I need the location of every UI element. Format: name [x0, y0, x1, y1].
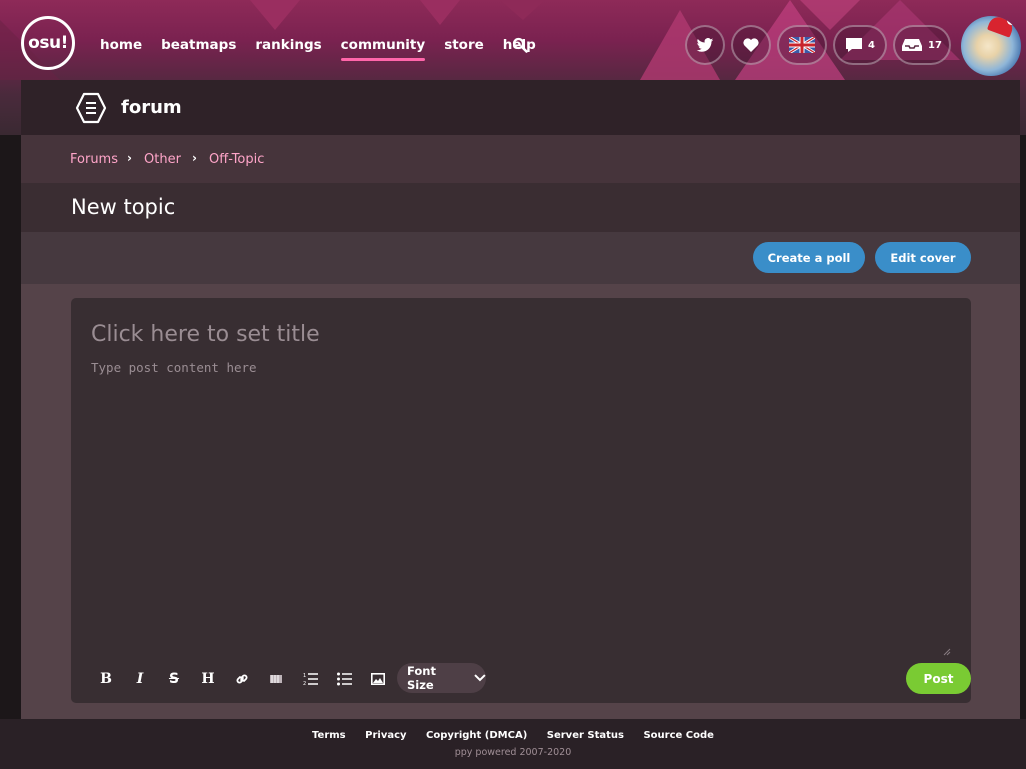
chevron-right-icon: › — [192, 151, 197, 165]
nav-store[interactable]: store — [444, 37, 484, 59]
font-size-label: Font Size — [407, 664, 436, 692]
nav-rankings[interactable]: rankings — [255, 37, 321, 59]
topic-actions: Create a poll Edit cover — [21, 232, 1020, 284]
italic-icon: I — [136, 671, 144, 687]
svg-text:1: 1 — [303, 673, 306, 679]
main-content: Forums › Other › Off-Topic New topic Cre… — [21, 135, 1020, 719]
strikethrough-button[interactable]: S — [164, 669, 184, 689]
post-editor: Click here to set title Type post conten… — [71, 298, 971, 703]
link-button[interactable] — [232, 669, 252, 689]
image-button[interactable] — [368, 669, 388, 689]
bold-button[interactable]: B — [96, 669, 116, 689]
font-size-dropdown[interactable]: Font Size — [397, 663, 486, 693]
post-content-textarea[interactable]: Type post content here — [91, 360, 257, 375]
italic-button[interactable]: I — [130, 669, 150, 689]
link-icon — [236, 674, 248, 684]
search-icon[interactable] — [512, 37, 528, 53]
resize-handle-icon[interactable] — [943, 648, 951, 656]
breadcrumb: Forums › Other › Off-Topic — [21, 135, 1020, 183]
chat-bubble-icon — [846, 38, 863, 52]
topic-title-input[interactable]: Click here to set title — [91, 322, 320, 347]
spoiler-icon — [270, 675, 282, 683]
footer-powered: ppy powered 2007-2020 — [454, 747, 572, 758]
footer-links: Terms Privacy Copyright (DMCA) Server St… — [0, 730, 1026, 741]
bold-icon: B — [100, 671, 112, 687]
create-poll-button[interactable]: Create a poll — [753, 242, 865, 273]
nav-links: home beatmaps rankings community store h… — [100, 37, 555, 61]
breadcrumb-forums[interactable]: Forums — [70, 152, 118, 167]
nav-community[interactable]: community — [340, 37, 425, 61]
section-title: forum — [121, 97, 182, 118]
heading-button[interactable]: H — [198, 669, 218, 689]
heart-icon — [743, 38, 759, 52]
spoiler-button[interactable] — [266, 669, 286, 689]
support-button[interactable] — [731, 25, 771, 65]
page-title: New topic — [71, 195, 176, 219]
notifications-button[interactable]: 17 — [893, 25, 951, 65]
edit-cover-button[interactable]: Edit cover — [875, 242, 971, 273]
nav-beatmaps[interactable]: beatmaps — [161, 37, 236, 59]
footer-privacy-link[interactable]: Privacy — [365, 730, 406, 741]
inbox-icon — [902, 39, 923, 51]
unordered-list-icon — [336, 672, 352, 686]
nav-home[interactable]: home — [100, 37, 142, 59]
chevron-down-icon — [474, 674, 486, 682]
ordered-list-button[interactable]: 12 — [300, 669, 320, 689]
footer-copyright-link[interactable]: Copyright (DMCA) — [426, 730, 527, 741]
footer-server-status-link[interactable]: Server Status — [547, 730, 624, 741]
logo-text: osu! — [28, 33, 68, 53]
image-icon — [371, 673, 385, 685]
osu-logo[interactable]: osu! — [21, 16, 75, 70]
language-button[interactable] — [777, 25, 827, 65]
ordered-list-icon: 12 — [303, 673, 318, 686]
chat-count: 4 — [868, 39, 875, 51]
post-button[interactable]: Post — [906, 663, 971, 694]
twitter-icon — [696, 37, 714, 52]
twitter-button[interactable] — [685, 25, 725, 65]
breadcrumb-off-topic[interactable]: Off-Topic — [209, 152, 264, 167]
chevron-right-icon: › — [127, 151, 132, 165]
main-nav: osu! home beatmaps rankings community st… — [0, 0, 1026, 80]
chat-button[interactable]: 4 — [833, 25, 887, 65]
uk-flag-icon — [789, 37, 815, 53]
svg-text:2: 2 — [303, 681, 306, 686]
user-avatar[interactable] — [961, 16, 1021, 76]
section-header: forum — [21, 80, 1020, 135]
heading-icon: H — [201, 671, 215, 687]
breadcrumb-other[interactable]: Other — [144, 152, 181, 167]
unordered-list-button[interactable] — [334, 669, 354, 689]
avatar-hat-pom — [1007, 16, 1016, 25]
forum-icon — [75, 92, 107, 124]
site-footer: Terms Privacy Copyright (DMCA) Server St… — [0, 719, 1026, 769]
footer-source-code-link[interactable]: Source Code — [643, 730, 713, 741]
strikethrough-icon: S — [168, 671, 180, 687]
footer-terms-link[interactable]: Terms — [312, 730, 346, 741]
notifications-count: 17 — [928, 39, 942, 51]
page-title-bar: New topic — [21, 183, 1020, 232]
